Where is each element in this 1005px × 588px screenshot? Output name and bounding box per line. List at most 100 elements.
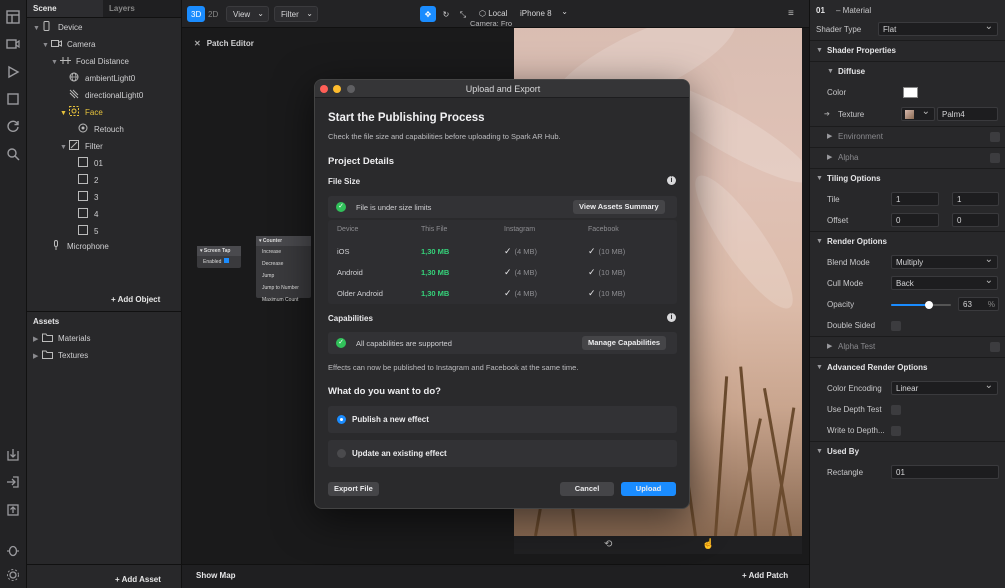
shader-type-select[interactable]: Flat <box>878 20 998 36</box>
node-port[interactable]: Maximum Count <box>256 294 311 306</box>
tree-item-directional-light[interactable]: directionalLight0 <box>69 87 143 104</box>
check-circle-icon: ✓ <box>336 338 346 348</box>
tree-label: 5 <box>94 227 99 236</box>
tree-item-face[interactable]: ▼ Face <box>60 104 103 121</box>
add-asset-button[interactable]: + Add Asset <box>115 575 161 584</box>
render-options-section[interactable]: ▼ Render Options <box>810 231 1005 252</box>
import-icon[interactable] <box>6 448 20 462</box>
tiling-options-section[interactable]: ▼ Tiling Options <box>810 168 1005 189</box>
view-assets-summary-button[interactable]: View Assets Summary <box>573 200 665 214</box>
screen-tap-icon[interactable]: ☝ <box>702 539 714 550</box>
tree-item-rect-01[interactable]: 01 <box>78 155 103 172</box>
device-dropdown[interactable]: iPhone 8 ⌄ <box>520 6 570 22</box>
option-update-existing[interactable]: Update an existing effect <box>328 440 677 467</box>
tree-item-device[interactable]: ▼ Device <box>33 19 82 36</box>
close-window-icon[interactable] <box>320 85 328 93</box>
option-publish-new[interactable]: Publish a new effect <box>328 406 677 433</box>
tree-item-ambient-light[interactable]: ambientLight0 <box>69 70 135 87</box>
used-by-section[interactable]: ▼ Used By <box>810 441 1005 462</box>
upload-button[interactable]: Upload <box>621 482 676 496</box>
minimize-window-icon[interactable] <box>333 85 341 93</box>
tree-item-microphone[interactable]: Microphone <box>51 238 109 255</box>
tree-item-camera[interactable]: ▼ Camera <box>42 36 95 53</box>
login-icon[interactable] <box>6 475 20 489</box>
view-dropdown[interactable]: View ⌄ <box>226 6 269 22</box>
info-icon[interactable]: i <box>667 313 676 322</box>
add-patch-button[interactable]: + Add Patch <box>742 571 788 580</box>
settings-icon[interactable] <box>6 568 20 582</box>
tree-item-filter[interactable]: ▼ Filter <box>60 138 103 155</box>
node-port[interactable]: Jump <box>256 270 311 282</box>
diffuse-section[interactable]: ▼ Diffuse <box>810 61 1005 82</box>
node-port[interactable]: Increase <box>256 246 311 258</box>
alpha-checkbox[interactable] <box>990 153 1000 163</box>
maximize-window-icon[interactable] <box>347 85 355 93</box>
cancel-button[interactable]: Cancel <box>560 482 614 496</box>
tree-item-rect-3[interactable]: 3 <box>78 189 98 206</box>
rotate-tool-icon[interactable]: ↻ <box>438 6 454 22</box>
asset-textures[interactable]: ▶ Textures <box>33 347 88 364</box>
texture-thumbnail-select[interactable] <box>901 105 935 121</box>
color-encoding-select[interactable]: Linear <box>891 379 998 395</box>
show-map-button[interactable]: Show Map <box>196 571 236 580</box>
stop-icon[interactable] <box>6 92 20 106</box>
bug-icon[interactable] <box>6 543 20 557</box>
node-port[interactable]: Jump to Number <box>256 282 311 294</box>
opacity-field[interactable]: 63% <box>958 297 999 311</box>
alpha-test-checkbox[interactable] <box>990 342 1000 352</box>
environment-checkbox[interactable] <box>990 132 1000 142</box>
use-depth-test-checkbox[interactable] <box>891 405 901 415</box>
write-depth-checkbox[interactable] <box>891 426 901 436</box>
cull-mode-select[interactable]: Back <box>891 274 998 290</box>
tree-item-retouch[interactable]: Retouch <box>78 121 124 138</box>
tab-layers[interactable]: Layers <box>103 0 179 17</box>
move-tool-icon[interactable]: ✥ <box>420 6 436 22</box>
play-icon[interactable] <box>6 65 20 79</box>
upload-icon[interactable] <box>6 503 20 517</box>
asset-materials[interactable]: ▶ Materials <box>33 330 90 347</box>
mode-3d-button[interactable]: 3D <box>187 6 206 22</box>
environment-section[interactable]: ▶ Environment <box>810 126 1005 147</box>
used-by-field[interactable]: 01 <box>891 465 999 479</box>
alpha-test-section[interactable]: ▶ Alpha Test <box>810 336 1005 357</box>
search-icon[interactable] <box>6 147 20 161</box>
scale-tool-icon[interactable]: ⤡ <box>455 6 471 22</box>
shader-properties-section[interactable]: ▼ Shader Properties <box>810 40 1005 61</box>
blend-mode-select[interactable]: Multiply <box>891 253 998 269</box>
rotate-camera-icon[interactable]: ⟲ <box>604 539 612 550</box>
alpha-section[interactable]: ▶ Alpha <box>810 147 1005 168</box>
checkbox-icon[interactable] <box>224 258 230 263</box>
mode-2d-button[interactable]: 2D <box>204 6 222 22</box>
info-icon[interactable]: i <box>667 176 676 185</box>
screen-tap-node[interactable]: ▾ Screen Tap Enabled <box>197 246 241 268</box>
radio-selected[interactable] <box>337 415 346 424</box>
offset-x-field[interactable]: 0 <box>891 213 939 227</box>
rectangle-icon <box>78 207 90 218</box>
close-icon[interactable]: ✕ <box>194 39 201 48</box>
layout-icon[interactable] <box>6 10 20 24</box>
opacity-slider-knob[interactable] <box>924 301 933 309</box>
tree-item-rect-2[interactable]: 2 <box>78 172 98 189</box>
opacity-slider[interactable] <box>891 301 951 309</box>
double-sided-checkbox[interactable] <box>891 321 901 331</box>
tile-y-field[interactable]: 1 <box>952 192 999 206</box>
color-swatch[interactable] <box>903 87 918 98</box>
filter-dropdown[interactable]: Filter ⌄ <box>274 6 318 22</box>
tab-scene[interactable]: Scene <box>27 0 103 17</box>
offset-y-field[interactable]: 0 <box>952 213 999 227</box>
menu-icon[interactable]: ≡ <box>788 8 794 19</box>
manage-capabilities-button[interactable]: Manage Capabilities <box>582 336 667 350</box>
refresh-icon[interactable] <box>6 119 20 133</box>
radio-unselected[interactable] <box>337 449 346 458</box>
tile-x-field[interactable]: 1 <box>891 192 939 206</box>
counter-node[interactable]: ▾ Counter Increase Decrease Jump Jump to… <box>256 236 311 303</box>
texture-name-field[interactable]: Palm4 <box>937 107 998 121</box>
node-port[interactable]: Decrease <box>256 258 311 270</box>
node-port[interactable]: Enabled <box>197 256 241 268</box>
export-file-button[interactable]: Export File <box>328 482 379 496</box>
add-object-button[interactable]: + Add Object <box>111 295 160 304</box>
tree-item-rect-4[interactable]: 4 <box>78 206 98 223</box>
advanced-render-options-section[interactable]: ▼ Advanced Render Options <box>810 357 1005 378</box>
video-camera-icon[interactable] <box>6 37 20 51</box>
tree-item-focal-distance[interactable]: ▼ Focal Distance <box>51 53 129 70</box>
